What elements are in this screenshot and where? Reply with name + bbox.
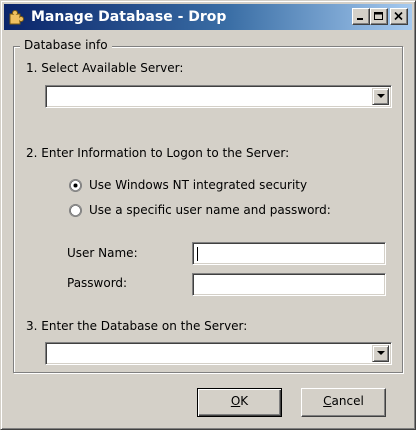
- radio-nt-security[interactable]: Use Windows NT integrated security: [69, 178, 329, 194]
- puzzle-app-icon: [9, 10, 24, 25]
- maximize-button[interactable]: [370, 8, 388, 25]
- radio-unchecked-icon[interactable]: [69, 204, 82, 217]
- server-dropdown-button[interactable]: [372, 88, 389, 105]
- close-icon: [394, 12, 403, 21]
- ok-accelerator: O: [230, 394, 241, 408]
- maximize-icon: [374, 12, 383, 20]
- cancel-button[interactable]: Cancel: [301, 388, 386, 417]
- minimize-button[interactable]: [352, 8, 370, 25]
- server-label: 1. Select Available Server:: [26, 61, 184, 75]
- dialog-window: Manage Database - Drop Database info 1. …: [0, 0, 416, 430]
- username-label: User Name:: [67, 246, 138, 260]
- radio-checked-icon[interactable]: [69, 179, 82, 192]
- radio-specific-user-label: Use a specific user name and password:: [89, 203, 331, 217]
- cancel-label-rest: ancel: [331, 394, 364, 408]
- password-field[interactable]: [192, 273, 386, 296]
- group-legend: Database info: [20, 38, 112, 52]
- radio-specific-user[interactable]: Use a specific user name and password:: [69, 203, 359, 219]
- password-input[interactable]: [195, 276, 383, 293]
- radio-nt-security-label: Use Windows NT integrated security: [89, 178, 308, 192]
- password-label: Password:: [67, 276, 128, 290]
- close-button[interactable]: [390, 8, 408, 25]
- username-input[interactable]: [195, 245, 383, 262]
- username-field[interactable]: [192, 242, 386, 265]
- cancel-accelerator: C: [323, 394, 332, 408]
- minimize-icon: [357, 18, 363, 20]
- server-select[interactable]: [45, 85, 392, 108]
- ok-label-rest: K: [240, 394, 249, 408]
- database-select[interactable]: [45, 342, 392, 365]
- window-title: Manage Database - Drop: [31, 9, 227, 25]
- ok-button[interactable]: OK: [197, 388, 282, 417]
- chevron-down-icon: [377, 351, 385, 355]
- title-bar[interactable]: Manage Database - Drop: [4, 4, 412, 30]
- logon-label: 2. Enter Information to Logon to the Ser…: [26, 146, 290, 160]
- text-caret: [197, 247, 198, 261]
- database-label: 3. Enter the Database on the Server:: [26, 319, 248, 333]
- chevron-down-icon: [377, 94, 385, 98]
- database-dropdown-button[interactable]: [372, 345, 389, 362]
